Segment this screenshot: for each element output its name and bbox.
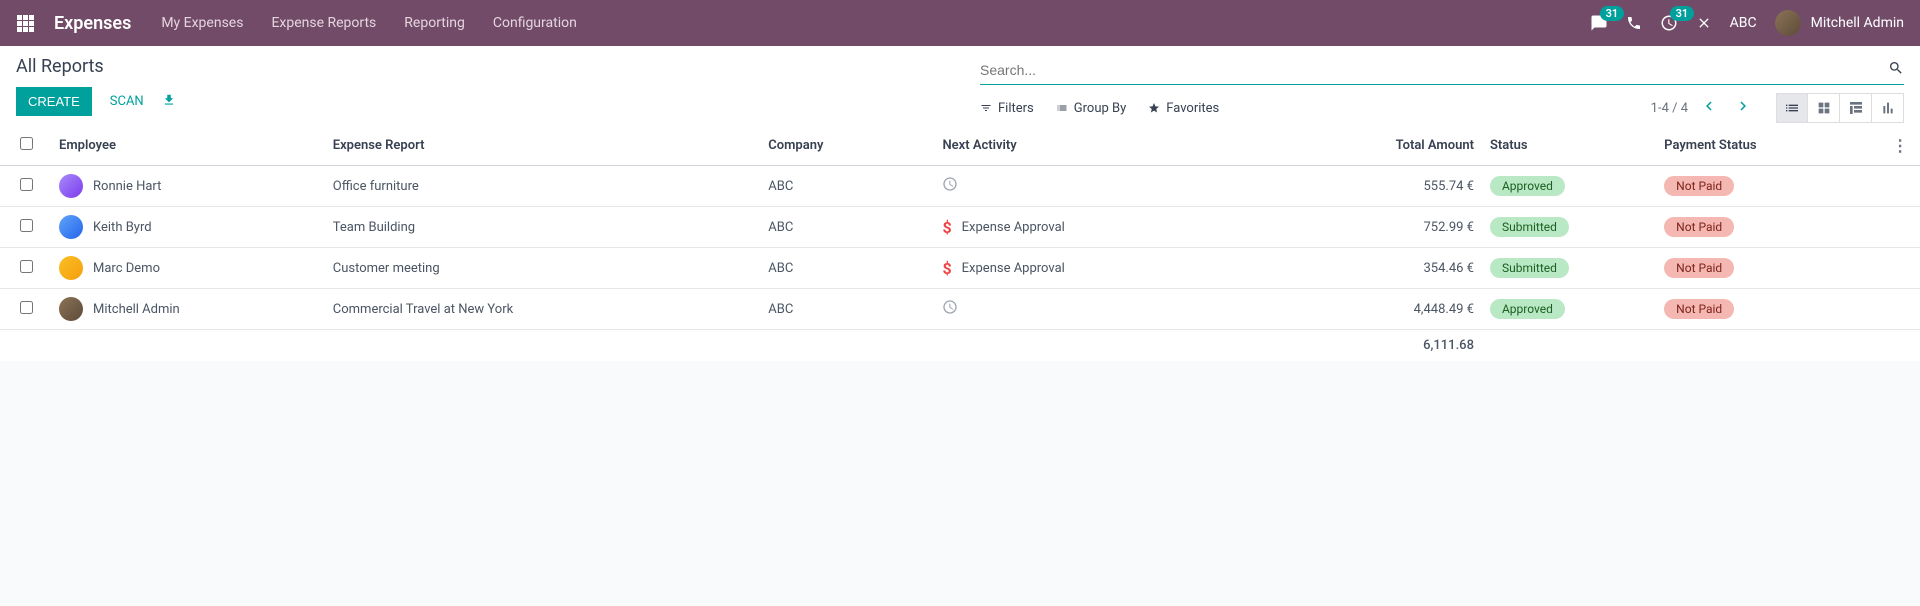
- report-name: Customer meeting: [325, 248, 761, 289]
- search-input[interactable]: [980, 62, 1888, 78]
- activity-text: Expense Approval: [962, 261, 1065, 276]
- view-list-icon[interactable]: [1776, 93, 1808, 123]
- activities-badge: 31: [1670, 6, 1695, 21]
- company-name: ABC: [760, 166, 934, 207]
- breadcrumb-title: All Reports: [16, 56, 960, 77]
- employee-name: Mitchell Admin: [93, 302, 180, 317]
- total-amount: 6,111.68: [1308, 330, 1482, 362]
- row-checkbox[interactable]: [20, 260, 33, 273]
- user-name: Mitchell Admin: [1811, 15, 1904, 31]
- col-company[interactable]: Company: [760, 126, 934, 166]
- pager: 1-4 / 4: [1651, 93, 1756, 123]
- dollar-icon[interactable]: $: [942, 259, 951, 278]
- employee-name: Keith Byrd: [93, 220, 152, 235]
- pager-prev-icon[interactable]: [1696, 93, 1722, 123]
- messages-badge: 31: [1600, 6, 1625, 21]
- col-employee[interactable]: Employee: [51, 126, 325, 166]
- company-name: ABC: [760, 248, 934, 289]
- search-icon[interactable]: [1888, 60, 1904, 80]
- amount-value: 354.46 €: [1308, 248, 1482, 289]
- view-graph-icon[interactable]: [1872, 93, 1904, 123]
- main-navbar: Expenses My Expenses Expense Reports Rep…: [0, 0, 1920, 46]
- report-name: Team Building: [325, 207, 761, 248]
- employee-avatar-icon: [59, 297, 83, 321]
- navbar-right: 31 31 ABC Mitchell Admin: [1590, 10, 1904, 36]
- groupby-button[interactable]: Group By: [1056, 101, 1127, 116]
- col-status[interactable]: Status: [1482, 126, 1656, 166]
- view-switcher: [1776, 93, 1904, 123]
- nav-reporting[interactable]: Reporting: [404, 15, 465, 31]
- search-bar: [980, 56, 1904, 85]
- activity-text: Expense Approval: [962, 220, 1065, 235]
- table-row[interactable]: Keith Byrd Team BuildingABC $ Expense Appro…: [0, 207, 1920, 248]
- payment-status-badge: Not Paid: [1664, 299, 1734, 319]
- col-payment[interactable]: Payment Status: [1656, 126, 1880, 166]
- employee-avatar-icon: [59, 215, 83, 239]
- star-icon: [1148, 102, 1160, 114]
- column-options-icon[interactable]: ⋮: [1892, 136, 1908, 155]
- report-name: Office furniture: [325, 166, 761, 207]
- company-switcher[interactable]: ABC: [1730, 15, 1757, 31]
- employee-name: Marc Demo: [93, 261, 160, 276]
- row-checkbox[interactable]: [20, 219, 33, 232]
- nav-my-expenses[interactable]: My Expenses: [161, 15, 243, 31]
- funnel-icon: [980, 102, 992, 114]
- table-header-row: Employee Expense Report Company Next Act…: [0, 126, 1920, 166]
- amount-value: 4,448.49 €: [1308, 289, 1482, 330]
- col-report[interactable]: Expense Report: [325, 126, 761, 166]
- company-name: ABC: [760, 207, 934, 248]
- amount-value: 752.99 €: [1308, 207, 1482, 248]
- filters-button[interactable]: Filters: [980, 101, 1034, 116]
- activities-icon[interactable]: 31: [1660, 14, 1678, 32]
- table-row[interactable]: Ronnie Hart Office furnitureABC 555.74 € Ap…: [0, 166, 1920, 207]
- view-pivot-icon[interactable]: [1840, 93, 1872, 123]
- phone-icon[interactable]: [1626, 15, 1642, 31]
- dollar-icon[interactable]: $: [942, 218, 951, 237]
- create-button[interactable]: CREATE: [16, 87, 92, 116]
- nav-expense-reports[interactable]: Expense Reports: [271, 15, 376, 31]
- pager-next-icon[interactable]: [1730, 93, 1756, 123]
- employee-name: Ronnie Hart: [93, 179, 161, 194]
- company-name: ABC: [760, 289, 934, 330]
- messages-icon[interactable]: 31: [1590, 14, 1608, 32]
- status-badge: Submitted: [1490, 217, 1569, 237]
- report-name: Commercial Travel at New York: [325, 289, 761, 330]
- status-badge: Approved: [1490, 299, 1565, 319]
- table-row[interactable]: Marc Demo Customer meetingABC $ Expense App…: [0, 248, 1920, 289]
- list-icon: [1056, 102, 1068, 114]
- col-activity[interactable]: Next Activity: [934, 126, 1307, 166]
- payment-status-badge: Not Paid: [1664, 217, 1734, 237]
- pager-value[interactable]: 1-4 / 4: [1651, 101, 1688, 116]
- close-tray-icon[interactable]: [1696, 15, 1712, 31]
- clock-icon[interactable]: [942, 176, 958, 196]
- expense-report-list: Employee Expense Report Company Next Act…: [0, 126, 1920, 361]
- amount-value: 555.74 €: [1308, 166, 1482, 207]
- status-badge: Approved: [1490, 176, 1565, 196]
- row-checkbox[interactable]: [20, 301, 33, 314]
- payment-status-badge: Not Paid: [1664, 258, 1734, 278]
- favorites-button[interactable]: Favorites: [1148, 101, 1219, 116]
- table-row[interactable]: Mitchell Admin Commercial Travel at New Y…: [0, 289, 1920, 330]
- user-avatar-icon: [1775, 10, 1801, 36]
- employee-avatar-icon: [59, 256, 83, 280]
- user-menu[interactable]: Mitchell Admin: [1775, 10, 1904, 36]
- download-icon[interactable]: [162, 93, 176, 111]
- col-amount[interactable]: Total Amount: [1308, 126, 1482, 166]
- nav-configuration[interactable]: Configuration: [493, 15, 577, 31]
- scan-button[interactable]: SCAN: [110, 94, 144, 109]
- status-badge: Submitted: [1490, 258, 1569, 278]
- app-brand[interactable]: Expenses: [54, 13, 131, 34]
- employee-avatar-icon: [59, 174, 83, 198]
- payment-status-badge: Not Paid: [1664, 176, 1734, 196]
- row-checkbox[interactable]: [20, 178, 33, 191]
- apps-icon[interactable]: [16, 14, 36, 32]
- clock-icon[interactable]: [942, 299, 958, 319]
- select-all-checkbox[interactable]: [20, 137, 33, 150]
- control-panel: All Reports CREATE SCAN Filters: [0, 46, 1920, 126]
- view-kanban-icon[interactable]: [1808, 93, 1840, 123]
- totals-row: 6,111.68: [0, 330, 1920, 362]
- nav-menu: My Expenses Expense Reports Reporting Co…: [161, 15, 576, 31]
